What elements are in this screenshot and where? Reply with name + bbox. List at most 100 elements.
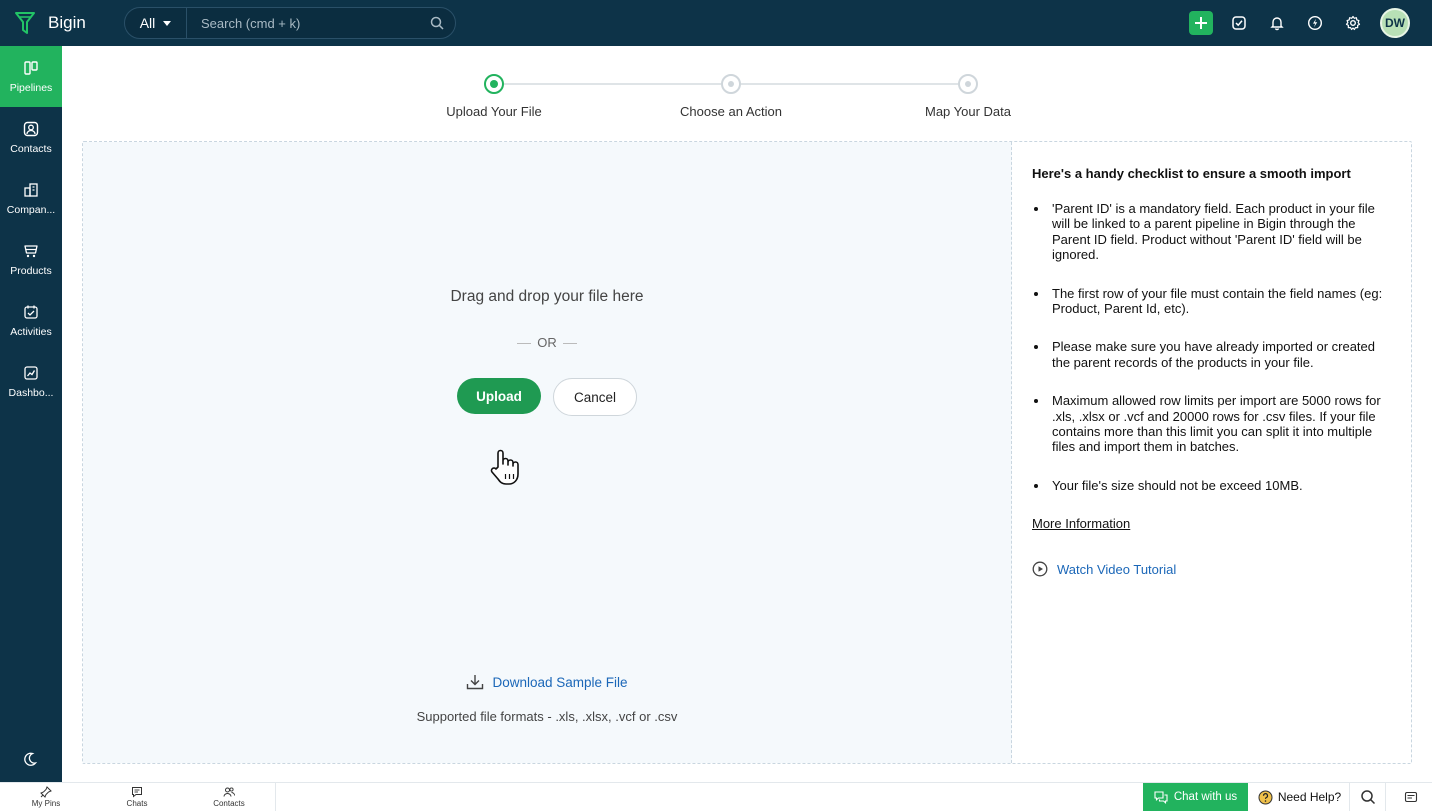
hand-cursor-icon [488, 447, 524, 492]
checklist-item: The first row of your file must contain … [1032, 286, 1392, 317]
sidebar-item-contacts[interactable]: Contacts [0, 107, 62, 168]
sidebar-item-label: Compan... [6, 203, 56, 216]
global-search: All [124, 7, 456, 39]
bottom-bar: My Pins Chats Contacts Chat with us Need… [0, 782, 1432, 811]
bottom-search-button[interactable] [1350, 783, 1386, 811]
dashboards-icon [24, 365, 38, 380]
need-help-button[interactable]: Need Help? [1250, 783, 1350, 811]
import-checklist: Here's a handy checklist to ensure a smo… [1032, 166, 1392, 577]
announcement-icon [1404, 791, 1418, 803]
import-panel: Drag and drop your file here OR Upload C… [82, 141, 1412, 764]
sidebar-item-activities[interactable]: Activities [0, 290, 62, 351]
users-icon [223, 787, 235, 797]
plus-icon [1189, 11, 1213, 35]
moon-icon [24, 752, 38, 766]
bigin-logo-icon [15, 12, 35, 34]
check-square-icon [1232, 16, 1246, 30]
help-circle-icon [1258, 790, 1273, 804]
companies-icon [24, 182, 38, 197]
sidebar-item-label: Activities [10, 325, 52, 338]
checklist-item: 'Parent ID' is a mandatory field. Each p… [1032, 201, 1392, 263]
pipelines-icon [24, 60, 38, 75]
quick-create-button[interactable] [1182, 0, 1220, 46]
top-bar: Bigin All DW [0, 0, 1432, 46]
dark-mode-toggle[interactable] [22, 751, 38, 772]
watch-video-link[interactable]: Watch Video Tutorial [1032, 561, 1392, 577]
or-divider: OR [83, 335, 1011, 350]
search-scope-label: All [139, 15, 156, 31]
chat-bubbles-icon [1154, 790, 1168, 804]
step-indicator [958, 74, 978, 94]
sidebar: Pipelines Contacts Compan... Products Ac… [0, 46, 62, 782]
sidebar-item-companies[interactable]: Compan... [0, 168, 62, 229]
step-label: Upload Your File [446, 104, 542, 119]
or-label: OR [511, 335, 583, 350]
need-help-label: Need Help? [1277, 790, 1342, 804]
contacts-icon [23, 121, 39, 136]
sidebar-item-dashboards[interactable]: Dashbo... [0, 351, 62, 412]
download-sample-label: Download Sample File [492, 674, 628, 690]
dropzone-title: Drag and drop your file here [450, 288, 644, 305]
checklist-item: Your file's size should not be exceed 10… [1032, 478, 1392, 493]
contacts-button[interactable]: Contacts [204, 786, 254, 808]
bottom-divider [275, 783, 276, 811]
checklist-title: Here's a handy checklist to ensure a smo… [1032, 166, 1351, 181]
signals-icon [1307, 15, 1323, 31]
chat-icon [132, 787, 142, 798]
app-logo[interactable]: Bigin [0, 11, 124, 35]
step-label: Choose an Action [680, 104, 782, 119]
watch-video-label: Watch Video Tutorial [1057, 561, 1177, 577]
search-scope-dropdown[interactable]: All [125, 8, 187, 38]
more-information-link[interactable]: More Information [1032, 516, 1392, 531]
sidebar-item-pipelines[interactable]: Pipelines [0, 46, 62, 107]
download-icon [467, 675, 484, 690]
bottom-notifications-button[interactable] [1396, 783, 1426, 811]
top-actions: DW [1182, 0, 1432, 46]
my-pins-label: My Pins [31, 799, 61, 808]
sidebar-item-label: Pipelines [9, 81, 53, 94]
checklist-item: Please make sure you have already import… [1032, 339, 1392, 370]
cancel-button[interactable]: Cancel [553, 378, 637, 416]
step-choose-action: Choose an Action [651, 74, 811, 119]
download-sample-link[interactable]: Download Sample File [83, 674, 1011, 690]
play-circle-icon [1032, 561, 1048, 577]
dropzone-actions: Upload Cancel [83, 378, 1011, 416]
supported-formats-text: Supported file formats - .xls, .xlsx, .v… [416, 709, 678, 724]
bell-icon [1270, 17, 1284, 31]
chat-with-us-button[interactable]: Chat with us [1143, 783, 1248, 811]
chevron-down-icon [163, 20, 172, 26]
pin-icon [40, 786, 52, 798]
my-pins-button[interactable]: My Pins [21, 786, 71, 808]
checklist-list: 'Parent ID' is a mandatory field. Each p… [1032, 201, 1392, 493]
import-page: Upload Your File Choose an Action Map Yo… [62, 46, 1432, 782]
step-upload-file: Upload Your File [414, 74, 574, 119]
search-input[interactable] [187, 15, 419, 31]
step-indicator [721, 74, 741, 94]
signals-button[interactable] [1296, 0, 1334, 46]
search-icon [1360, 790, 1375, 805]
sidebar-item-label: Contacts [10, 142, 52, 155]
import-stepper: Upload Your File Choose an Action Map Yo… [62, 74, 1432, 134]
step-label: Map Your Data [924, 104, 1011, 119]
activities-icon [24, 305, 38, 319]
sidebar-item-label: Dashbo... [8, 386, 54, 399]
step-map-data: Map Your Data [888, 74, 1048, 119]
app-name: Bigin [48, 13, 86, 32]
chats-button[interactable]: Chats [112, 786, 162, 808]
gear-icon [1345, 15, 1361, 31]
notifications-button[interactable] [1258, 0, 1296, 46]
file-dropzone[interactable]: Drag and drop your file here OR Upload C… [83, 142, 1012, 763]
chats-label: Chats [126, 799, 148, 808]
contacts-label: Contacts [213, 799, 245, 808]
sidebar-item-label: Products [10, 264, 52, 277]
search-icon[interactable] [419, 16, 455, 30]
step-indicator [484, 74, 504, 94]
checklist-item: Maximum allowed row limits per import ar… [1032, 393, 1392, 455]
tasks-button[interactable] [1220, 0, 1258, 46]
sidebar-item-products[interactable]: Products [0, 229, 62, 290]
chat-with-us-label: Chat with us [1173, 791, 1238, 803]
upload-button[interactable]: Upload [457, 378, 541, 414]
settings-button[interactable] [1334, 0, 1372, 46]
user-avatar[interactable]: DW [1380, 8, 1410, 38]
products-icon [24, 244, 38, 257]
